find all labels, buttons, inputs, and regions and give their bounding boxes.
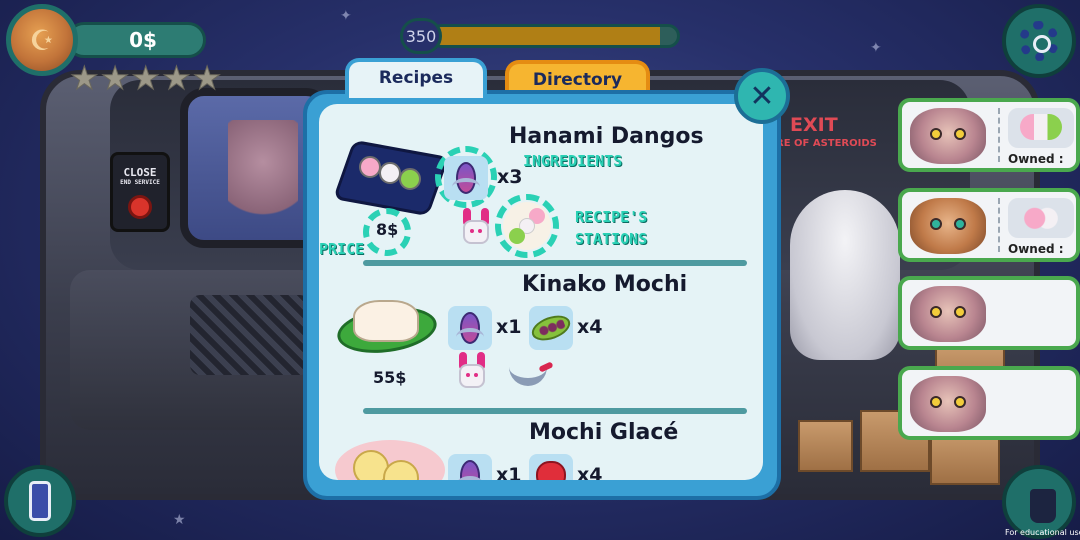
cardboard-box	[798, 420, 853, 472]
purple-corn-icon	[448, 454, 492, 480]
money-counter: 0$	[66, 22, 206, 58]
exit-sign-sub: RE OF ASTEROIDS	[776, 138, 877, 149]
ingredient-qty: x3	[497, 166, 523, 188]
dango-order-icon	[1008, 108, 1074, 148]
pea-pod-icon	[528, 306, 574, 350]
rating-star-icon: ★	[131, 59, 161, 97]
close-button[interactable]: ✕	[734, 68, 790, 124]
purple-corn-icon	[448, 306, 492, 350]
close-shop-sign[interactable]: CLOSE END SERVICE	[110, 152, 170, 232]
xp-fill	[433, 27, 660, 45]
chef-character	[228, 120, 298, 240]
rating-stars: ★ ★ ★ ★ ★	[70, 59, 222, 97]
ingredients-annotation: INGREDIENTS	[523, 152, 623, 170]
gear-icon	[1019, 21, 1059, 61]
knife-station-icon	[509, 366, 547, 386]
bunny-customer-avatar	[910, 286, 986, 342]
owned-count: Owned : 0	[1008, 242, 1064, 258]
settings-button[interactable]	[1002, 4, 1076, 78]
tab-recipes[interactable]: Recipes	[345, 58, 487, 98]
recipe-book: Hanami Dangos x3 INGREDIENTS 8$ PRICE RE…	[303, 90, 781, 500]
close-sign-sublabel: END SERVICE	[120, 179, 160, 186]
close-shop-button[interactable]	[128, 195, 152, 219]
ingredient-qty: x1	[496, 464, 522, 480]
owned-count: Owned : 0	[1008, 152, 1064, 168]
recipe-list: Hanami Dangos x3 INGREDIENTS 8$ PRICE RE…	[319, 104, 763, 480]
ingredient-qty: x4	[577, 316, 603, 338]
phone-icon	[29, 481, 51, 521]
recipe-price: 55$	[373, 368, 407, 387]
ingredient-qty: x1	[496, 316, 522, 338]
bunny-station-icon	[453, 352, 491, 396]
close-sign-label: CLOSE	[123, 166, 157, 179]
recipe-name: Kinako Mochi	[522, 272, 688, 297]
customer-card[interactable]: Owned : 0	[898, 98, 1080, 172]
price-annotation: PRICE	[319, 240, 365, 258]
rating-star-icon: ★	[192, 59, 222, 97]
educational-note: For educational use only	[1005, 528, 1080, 537]
background-star-icon: ✦	[340, 8, 352, 24]
xp-level: 350	[400, 18, 442, 54]
rating-star-icon: ★	[70, 59, 100, 97]
phone-button[interactable]	[4, 465, 76, 537]
purple-corn-icon	[444, 156, 488, 200]
dango-grill-station[interactable]	[190, 295, 310, 375]
recipe-name: Hanami Dangos	[509, 124, 704, 149]
customer-card[interactable]: Owned : 0	[898, 188, 1080, 262]
recipe-price: 8$	[376, 220, 399, 239]
background-star-icon: ★	[173, 512, 186, 528]
bunny-station-icon	[457, 208, 495, 252]
recipe-divider	[363, 408, 747, 414]
ingredient-qty: x4	[577, 464, 603, 480]
customer-card[interactable]	[898, 366, 1080, 440]
fox-customer-avatar	[910, 198, 986, 254]
bunny-customer-avatar	[910, 376, 986, 432]
rating-star-icon: ★	[162, 59, 192, 97]
trash-can-icon	[1030, 489, 1056, 523]
recipe-divider	[363, 260, 747, 266]
xp-bar: 350	[400, 18, 682, 54]
strawberry-icon	[529, 454, 573, 480]
exit-sign: EXIT	[790, 114, 838, 136]
money-value: 0$	[129, 28, 157, 52]
skewer-station-icon	[503, 202, 551, 250]
background-star-icon: ✦	[870, 40, 882, 56]
bunny-customer-avatar	[910, 108, 986, 164]
xp-track	[430, 24, 680, 48]
stations-annotation: RECIPE'S STATIONS	[575, 208, 648, 248]
bunny-machine-station[interactable]	[790, 190, 900, 360]
mochi-order-icon	[1008, 198, 1074, 238]
coin-icon: ☪	[6, 4, 78, 76]
recipe-name: Mochi Glacé	[529, 420, 679, 445]
rating-star-icon: ★	[100, 59, 130, 97]
customer-card[interactable]	[898, 276, 1080, 350]
close-icon: ✕	[749, 78, 775, 114]
